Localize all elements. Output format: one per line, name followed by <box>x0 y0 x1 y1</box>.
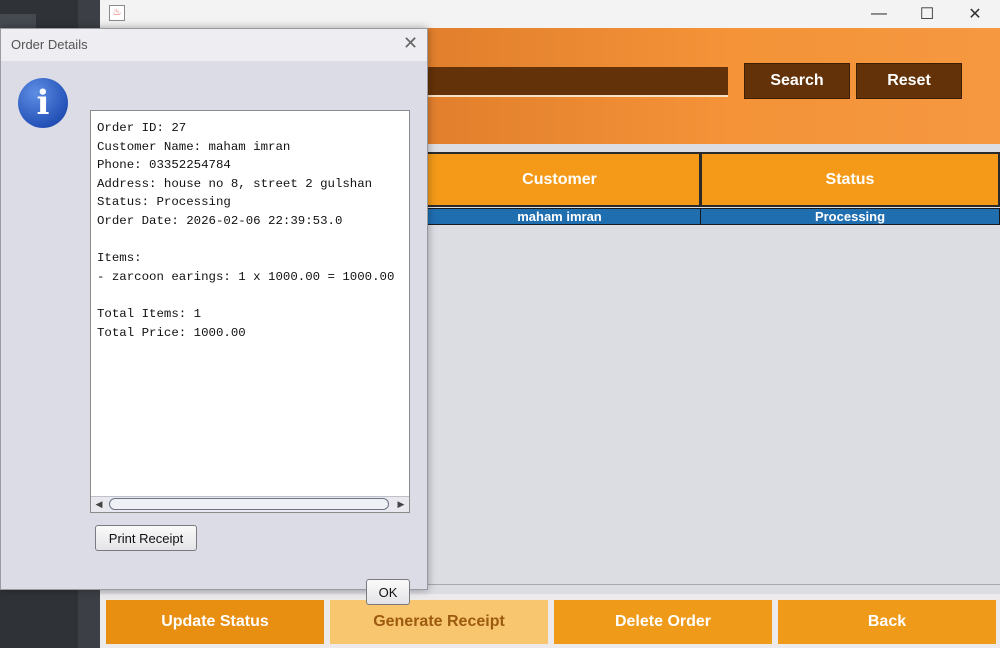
detail-line: Customer Name: maham imran <box>97 139 291 154</box>
search-button[interactable]: Search <box>744 63 850 99</box>
detail-line <box>97 286 394 305</box>
dialog-close-icon[interactable]: ✕ <box>403 33 418 54</box>
column-header-customer[interactable]: Customer <box>418 152 701 207</box>
dialog-title-bar: Order Details ✕ <box>1 29 427 61</box>
detail-line: Order Date: 2026-02-06 22:39:53.0 <box>97 213 343 228</box>
horizontal-scrollbar[interactable]: ◀ ▶ <box>91 496 409 512</box>
scroll-right-icon[interactable]: ▶ <box>394 498 408 511</box>
java-icon: ♨ <box>109 5 125 21</box>
update-status-button[interactable]: Update Status <box>106 600 324 644</box>
order-details-text-area[interactable]: Order ID: 27 Customer Name: maham imran Ph… <box>90 110 410 513</box>
scrollbar-thumb[interactable] <box>109 498 389 510</box>
minimize-button[interactable]: — <box>856 0 902 28</box>
action-bar: Update Status Generate Receipt Delete Or… <box>100 594 1000 648</box>
generate-receipt-button[interactable]: Generate Receipt <box>330 600 548 644</box>
search-input[interactable] <box>428 67 728 97</box>
back-button[interactable]: Back <box>778 600 996 644</box>
detail-line: Order ID: 27 <box>97 121 187 135</box>
reset-button[interactable]: Reset <box>856 63 962 99</box>
ok-button[interactable]: OK <box>366 579 410 605</box>
background-tab <box>0 14 36 28</box>
order-details-dialog: Order Details ✕ i Order ID: 27 Customer N… <box>0 28 428 605</box>
dialog-body: i Order ID: 27 Customer Name: maham imran… <box>1 61 427 605</box>
print-receipt-button[interactable]: Print Receipt <box>95 525 197 551</box>
detail-line: Address: house no 8, street 2 gulshan <box>97 176 373 191</box>
detail-line: - zarcoon earings: 1 x 1000.00 = 1000.00 <box>97 269 395 284</box>
detail-line: Status: Processing <box>97 195 231 210</box>
title-bar: ♨ — ☐ ✕ <box>100 0 1000 28</box>
order-details-text: Order ID: 27 Customer Name: maham imran Ph… <box>97 119 394 342</box>
maximize-button[interactable]: ☐ <box>904 0 950 28</box>
detail-line: Phone: 03352254784 <box>97 158 231 173</box>
dialog-title: Order Details <box>11 37 88 52</box>
delete-order-button[interactable]: Delete Order <box>554 600 772 644</box>
close-window-button[interactable]: ✕ <box>952 0 998 28</box>
detail-line: Total Items: 1 <box>97 306 202 321</box>
column-header-status[interactable]: Status <box>700 152 1000 207</box>
detail-line <box>97 231 394 250</box>
detail-line: Total Price: 1000.00 <box>97 325 246 340</box>
table-cell-status[interactable]: Processing <box>700 208 1000 225</box>
detail-line: Items: <box>97 251 142 266</box>
scroll-left-icon[interactable]: ◀ <box>92 498 106 511</box>
info-icon: i <box>18 78 68 128</box>
table-cell-customer[interactable]: maham imran <box>418 208 701 225</box>
